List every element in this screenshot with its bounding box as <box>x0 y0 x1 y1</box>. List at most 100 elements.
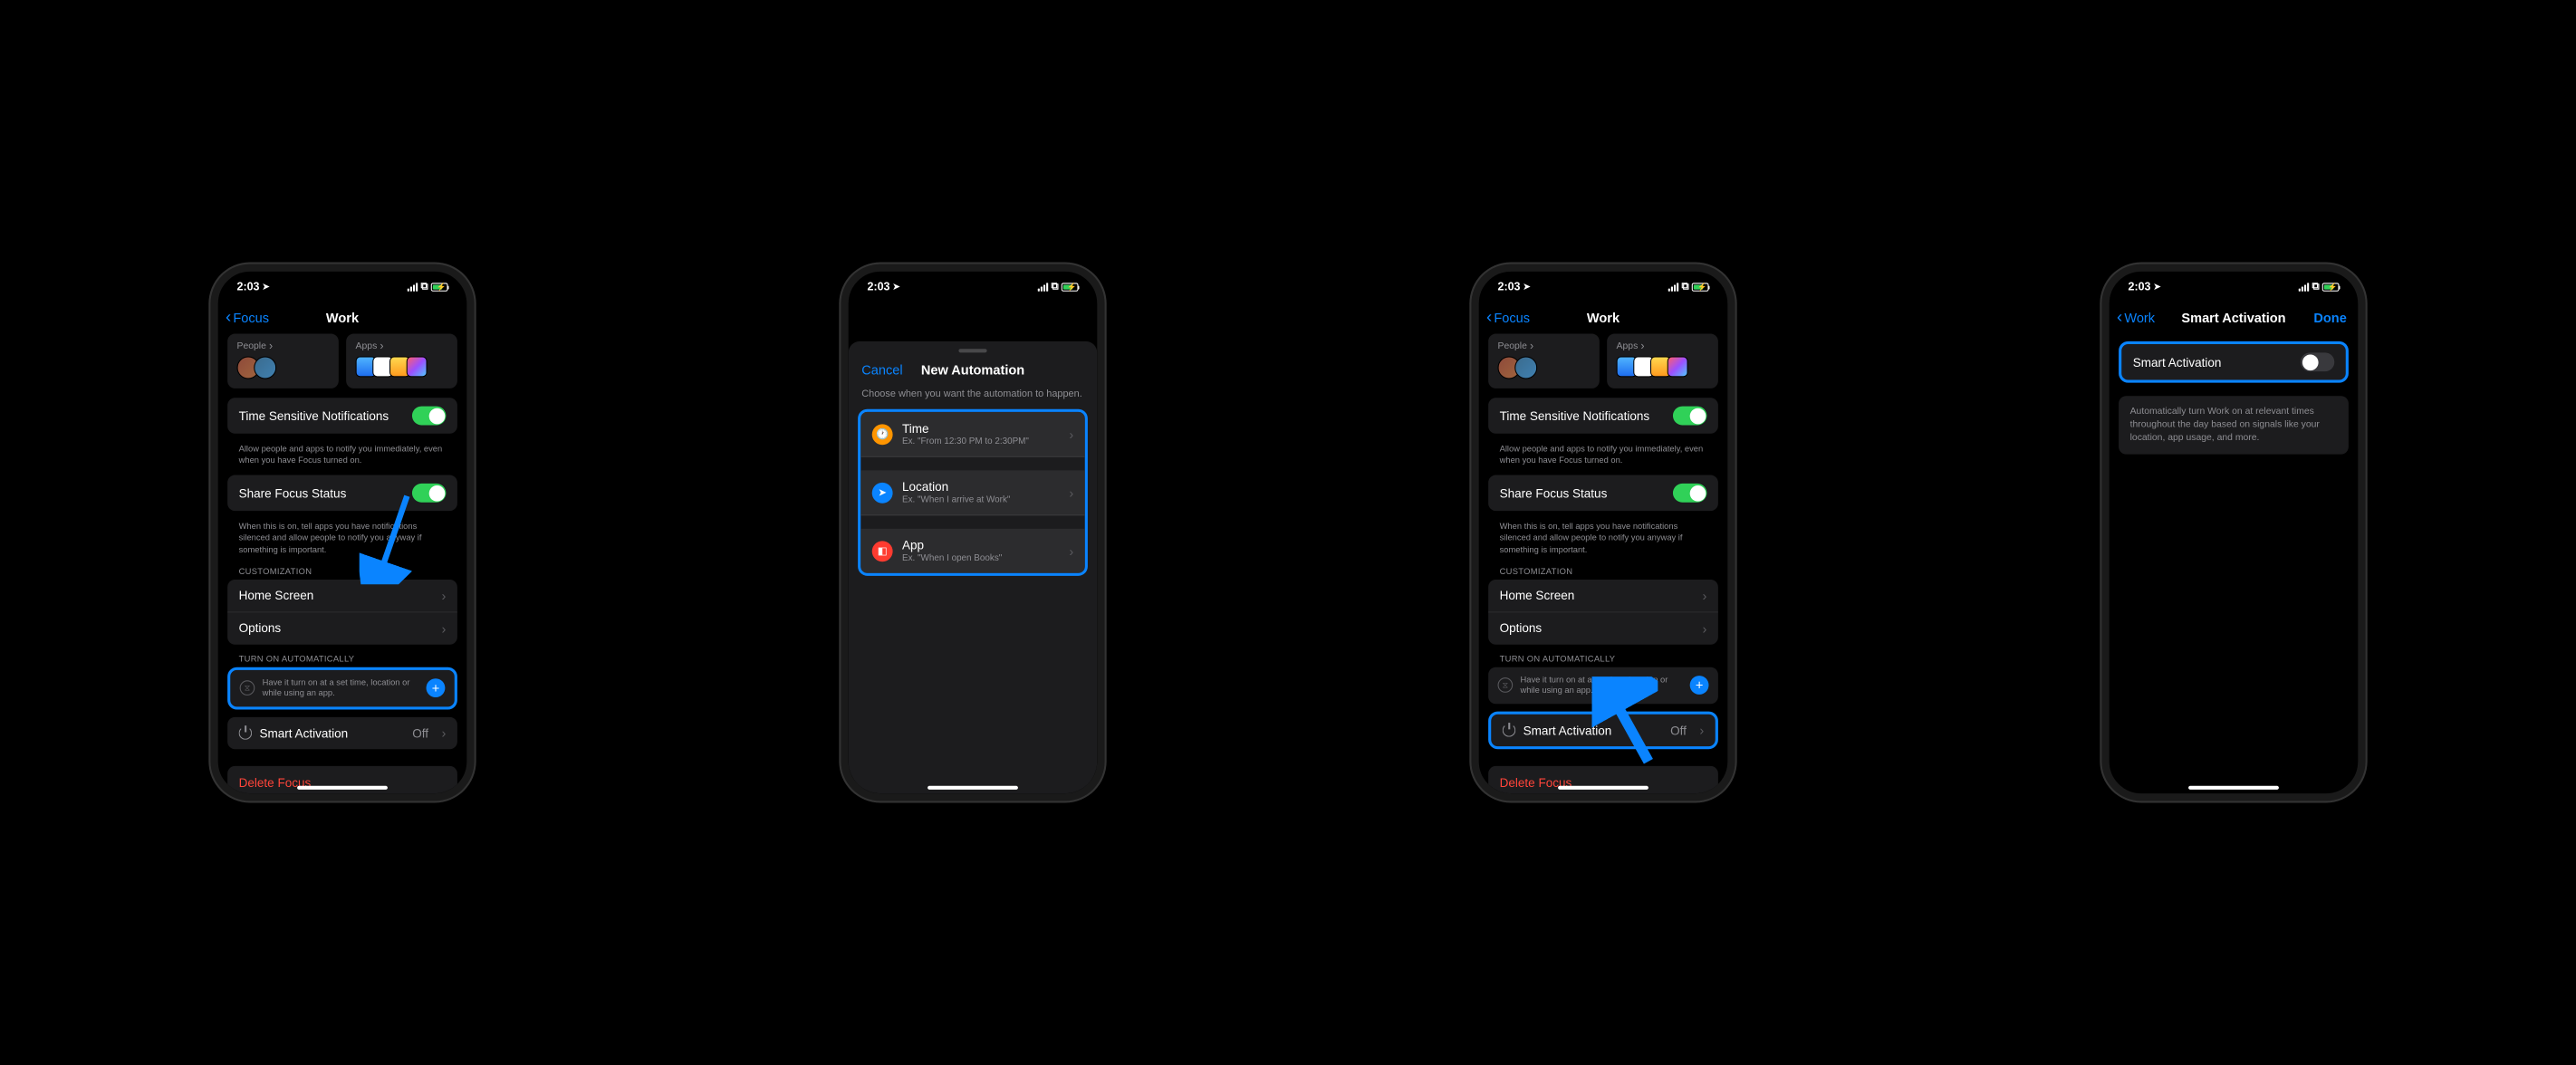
annotation-arrow <box>1592 676 1658 771</box>
wifi-icon: ⧉ <box>1051 281 1058 293</box>
add-automation-cell[interactable]: ⧖ Have it turn on at a set time, locatio… <box>227 667 457 709</box>
back-button[interactable]: ‹Work <box>2117 309 2155 327</box>
share-label: Share Focus Status <box>239 486 347 501</box>
automation-options-highlight: 🕐 Time Ex. "From 12:30 PM to 2:30PM" › ➤… <box>858 409 1088 576</box>
tsn-switch[interactable] <box>412 407 446 426</box>
smart-label: Smart Activation <box>259 726 404 741</box>
home-indicator[interactable] <box>1558 786 1648 790</box>
back-button[interactable]: ‹Focus <box>1486 309 1530 327</box>
phone-smart-activation-toggle: 2:03➤ ⧉ ⚡ ‹Work Smart Activation Done Sm… <box>2101 264 2365 801</box>
status-time: 2:03 <box>868 280 890 293</box>
clock-icon: ⧖ <box>1498 678 1514 694</box>
location-option[interactable]: ➤ Location Ex. "When I arrive at Work" › <box>860 470 1085 515</box>
annotation-arrow <box>360 490 426 584</box>
location-icon: ➤ <box>263 282 270 292</box>
location-icon: ➤ <box>1523 282 1531 292</box>
apps-box[interactable]: Apps <box>346 334 457 389</box>
tsn-switch[interactable] <box>1673 407 1706 426</box>
options-cell[interactable]: Options › <box>227 612 457 644</box>
location-label: Location <box>902 480 1060 494</box>
app-option[interactable]: ◧ App Ex. "When I open Books" › <box>860 529 1085 573</box>
people-box[interactable]: People <box>227 334 339 389</box>
time-sensitive-cell[interactable]: Time Sensitive Notifications <box>1488 398 1718 434</box>
share-footer: When this is on, tell apps you have noti… <box>1488 517 1718 564</box>
tsn-footer: Allow people and apps to notify you imme… <box>227 439 457 475</box>
phone-smart-activation-highlight: 2:03➤ ⧉ ⚡ ‹Focus Work People Apps <box>1471 264 1735 801</box>
status-time: 2:03 <box>1498 280 1521 293</box>
time-option[interactable]: 🕐 Time Ex. "From 12:30 PM to 2:30PM" › <box>860 412 1085 457</box>
done-button[interactable]: Done <box>2313 311 2346 326</box>
smart-description: Automatically turn Work on at relevant t… <box>2130 406 2338 446</box>
home-screen-cell[interactable]: Home Screen › <box>1488 580 1718 612</box>
smart-value: Off <box>1670 724 1687 738</box>
sheet-subtitle: Choose when you want the automation to h… <box>849 387 1098 409</box>
chevron-left-icon: ‹ <box>226 307 231 327</box>
nav-bar: ‹Focus Work <box>218 302 467 333</box>
notch <box>2177 272 2291 293</box>
chevron-left-icon: ‹ <box>1486 307 1492 327</box>
location-example: Ex. "When I arrive at Work" <box>902 494 1060 504</box>
notch <box>286 272 399 293</box>
clock-icon: ⧖ <box>240 681 255 696</box>
add-button[interactable]: + <box>1690 676 1709 695</box>
chevron-right-icon: › <box>442 620 447 636</box>
signal-icon <box>1038 283 1048 291</box>
chevron-right-icon: › <box>1703 588 1707 603</box>
chevron-right-icon: › <box>1069 485 1073 500</box>
apps-box[interactable]: Apps <box>1607 334 1718 389</box>
options-label: Options <box>1500 621 1543 636</box>
home-indicator[interactable] <box>928 786 1018 790</box>
app-icons <box>1617 357 1709 378</box>
nav-bar: ‹Focus Work <box>1479 302 1728 333</box>
home-label: Home Screen <box>239 589 314 603</box>
smart-label: Smart Activation <box>2133 355 2222 369</box>
share-status-cell[interactable]: Share Focus Status <box>1488 475 1718 512</box>
app-icons <box>356 357 448 378</box>
time-sensitive-cell[interactable]: Time Sensitive Notifications <box>227 398 457 434</box>
people-label: People <box>1498 340 1591 353</box>
avatars <box>1498 357 1591 379</box>
wifi-icon: ⧉ <box>420 281 428 293</box>
power-icon <box>239 726 253 740</box>
tsn-label: Time Sensitive Notifications <box>1500 408 1650 423</box>
clock-icon: 🕐 <box>872 424 893 445</box>
home-label: Home Screen <box>1500 589 1575 603</box>
app-icon <box>407 357 428 378</box>
battery-icon: ⚡ <box>2322 283 2340 291</box>
avatars <box>237 357 330 379</box>
auto-text: Have it turn on at a set time, location … <box>263 677 419 699</box>
signal-icon <box>1668 283 1678 291</box>
signal-icon <box>408 283 418 291</box>
battery-icon: ⚡ <box>1062 283 1079 291</box>
smart-switch[interactable] <box>2301 352 2334 371</box>
tsn-label: Time Sensitive Notifications <box>239 408 389 423</box>
chevron-right-icon: › <box>1069 543 1073 559</box>
page-title: Smart Activation <box>2181 311 2285 326</box>
tsn-footer: Allow people and apps to notify you imme… <box>1488 439 1718 475</box>
chevron-right-icon: › <box>1069 427 1073 442</box>
add-button[interactable]: + <box>427 679 446 698</box>
smart-value: Off <box>412 726 428 741</box>
people-box[interactable]: People <box>1488 334 1600 389</box>
wifi-icon: ⧉ <box>1681 281 1688 293</box>
options-cell[interactable]: Options › <box>1488 612 1718 644</box>
apps-label: Apps <box>356 340 448 353</box>
location-arrow-icon: ➤ <box>872 482 893 503</box>
cancel-button[interactable]: Cancel <box>861 362 902 378</box>
share-switch[interactable] <box>1673 484 1706 503</box>
smart-activation-toggle-cell[interactable]: Smart Activation <box>2121 344 2346 380</box>
automation-sheet: Cancel New Automation Choose when you wa… <box>849 341 1098 793</box>
home-indicator[interactable] <box>297 786 388 790</box>
smart-activation-cell[interactable]: Smart Activation Off › <box>227 717 457 749</box>
time-label: Time <box>902 421 1060 436</box>
app-stack-icon: ◧ <box>872 541 893 561</box>
app-example: Ex. "When I open Books" <box>902 553 1060 563</box>
chevron-right-icon: › <box>1703 620 1707 636</box>
back-button[interactable]: ‹Focus <box>226 309 269 327</box>
chevron-left-icon: ‹ <box>2117 307 2122 327</box>
app-icon <box>1668 357 1688 378</box>
sheet-grabber[interactable] <box>958 349 986 352</box>
power-icon <box>1503 724 1516 737</box>
phone-focus-work: 2:03➤ ⧉ ⚡ ‹Focus Work People Apps <box>210 264 474 801</box>
home-indicator[interactable] <box>2188 786 2279 790</box>
